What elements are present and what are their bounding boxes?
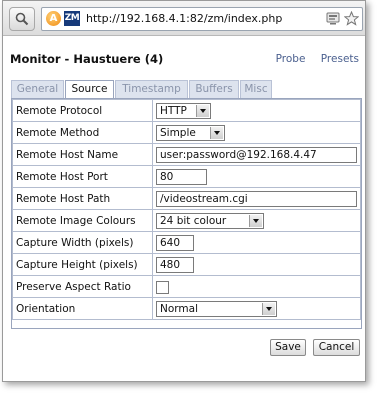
- capture-height-field[interactable]: 480: [156, 256, 194, 273]
- header-links: Probe Presets: [264, 53, 359, 65]
- select-value: HTTP: [160, 104, 187, 117]
- dropdown-arrow-icon: [249, 214, 262, 227]
- field-label: Capture Height (pixels): [12, 253, 153, 276]
- table-row: Remote Host Name user:password@192.168.4…: [12, 143, 361, 166]
- probe-link[interactable]: Probe: [276, 53, 306, 65]
- url-text[interactable]: http://192.168.4.1:82/zm/index.php: [86, 12, 282, 25]
- search-button[interactable]: [9, 7, 35, 31]
- presets-link[interactable]: Presets: [321, 53, 359, 65]
- field-label: Orientation: [12, 297, 153, 320]
- source-form: Remote Protocol HTTP Remote Method Simpl…: [11, 98, 362, 329]
- cancel-button[interactable]: Cancel: [313, 339, 360, 356]
- table-row: Capture Height (pixels) 480: [12, 253, 361, 276]
- tab-buffers[interactable]: Buffers: [189, 80, 239, 98]
- tab-source[interactable]: Source: [65, 80, 114, 99]
- tab-misc[interactable]: Misc: [240, 80, 272, 98]
- star-icon[interactable]: [344, 11, 359, 26]
- remote-protocol-select[interactable]: HTTP: [156, 102, 211, 119]
- address-bar[interactable]: A ZM http://192.168.4.1:82/zm/index.php: [41, 7, 363, 31]
- select-value: 24 bit colour: [160, 214, 227, 227]
- field-label: Remote Host Name: [12, 143, 153, 166]
- capture-width-field[interactable]: 640: [156, 234, 194, 251]
- preserve-aspect-ratio-checkbox[interactable]: [156, 280, 169, 294]
- table-row: Capture Width (pixels) 640: [12, 231, 361, 254]
- dropdown-arrow-icon: [196, 104, 209, 117]
- field-label: Remote Protocol: [12, 99, 153, 122]
- browser-window: A ZM http://192.168.4.1:82/zm/index.php …: [2, 0, 366, 382]
- tab-general[interactable]: General: [11, 80, 64, 98]
- dropdown-arrow-icon: [262, 302, 275, 315]
- field-label: Preserve Aspect Ratio: [12, 275, 153, 298]
- table-row: Remote Image Colours 24 bit colour: [12, 209, 361, 232]
- rss-icon[interactable]: [326, 12, 340, 25]
- remote-image-colours-select[interactable]: 24 bit colour: [156, 212, 264, 229]
- field-label: Remote Host Path: [12, 187, 153, 210]
- select-value: Simple: [160, 126, 196, 139]
- remote-host-port-field[interactable]: 80: [156, 168, 207, 185]
- search-icon: [15, 12, 29, 26]
- table-row: Orientation Normal: [12, 297, 361, 320]
- field-label: Capture Width (pixels): [12, 231, 153, 254]
- save-button[interactable]: Save: [270, 339, 306, 356]
- table-row: Remote Protocol HTTP: [12, 99, 361, 122]
- select-value: Normal: [160, 302, 198, 315]
- dropdown-arrow-icon: [210, 126, 223, 139]
- table-row: Remote Host Path /videostream.cgi: [12, 187, 361, 210]
- orientation-select[interactable]: Normal: [156, 300, 277, 317]
- settings-table: Remote Protocol HTTP Remote Method Simpl…: [12, 99, 361, 320]
- tab-timestamp[interactable]: Timestamp: [115, 80, 188, 98]
- avast-favicon-icon: A: [46, 11, 61, 26]
- remote-host-name-field[interactable]: user:password@192.168.4.47: [156, 146, 357, 163]
- zm-favicon-icon: ZM: [64, 11, 80, 26]
- field-label: Remote Image Colours: [12, 209, 153, 232]
- table-row: Remote Method Simple: [12, 121, 361, 144]
- remote-method-select[interactable]: Simple: [156, 124, 225, 141]
- field-label: Remote Method: [12, 121, 153, 144]
- table-row: Remote Host Port 80: [12, 165, 361, 188]
- page-title: Monitor - Haustuere (4): [10, 52, 164, 66]
- browser-toolbar: A ZM http://192.168.4.1:82/zm/index.php: [3, 1, 365, 36]
- remote-host-path-field[interactable]: /videostream.cgi: [156, 190, 357, 207]
- field-label: Remote Host Port: [12, 165, 153, 188]
- table-row: Preserve Aspect Ratio: [12, 275, 361, 298]
